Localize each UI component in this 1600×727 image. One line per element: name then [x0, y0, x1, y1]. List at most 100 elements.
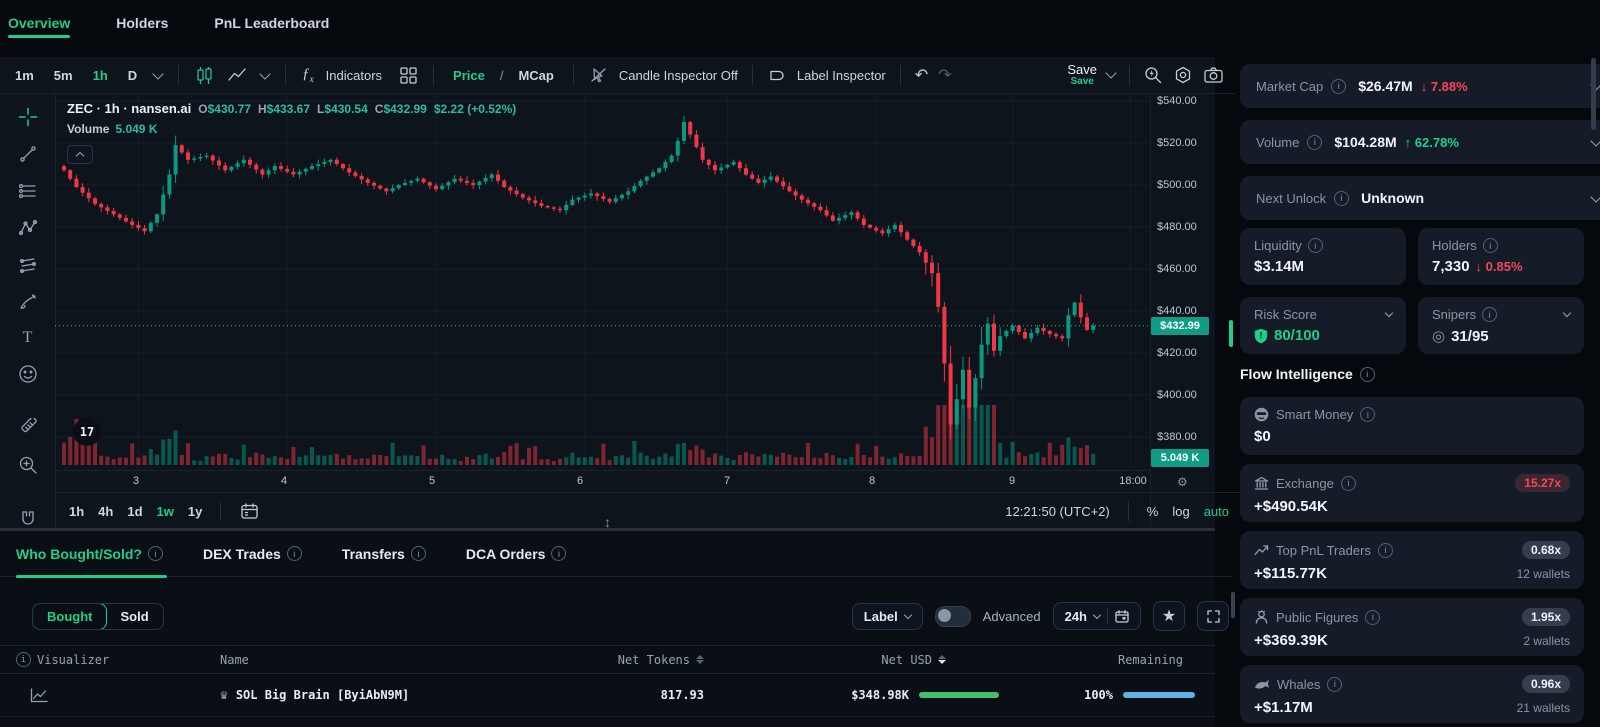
calendar-icon[interactable]	[1115, 610, 1129, 623]
info-icon[interactable]: i	[1378, 543, 1393, 558]
label-inspector-toggle[interactable]: Label Inspector	[797, 68, 886, 83]
text-tool-icon[interactable]: T	[11, 329, 45, 347]
line-style-icon[interactable]	[226, 65, 249, 85]
candle-inspector-toggle[interactable]: Candle Inspector Off	[619, 68, 738, 83]
tab-overview[interactable]: Overview	[8, 0, 70, 46]
layout-grid-icon[interactable]	[398, 65, 419, 86]
risk-score-card[interactable]: Risk Score ! 80/100	[1240, 297, 1406, 354]
bought-toggle-button[interactable]: Bought	[32, 603, 107, 630]
mcap-scale-button[interactable]: MCap	[513, 66, 558, 85]
interval-dropdown-chevron[interactable]	[152, 71, 164, 80]
info-icon[interactable]: i	[1334, 191, 1349, 206]
public-figures-card[interactable]: Public Figuresi 1.95x +$369.39K2 wallets	[1240, 598, 1584, 656]
advanced-toggle[interactable]	[935, 606, 971, 627]
interval-1h-button[interactable]: 1h	[88, 66, 113, 85]
crosshair-tool-icon[interactable]	[11, 107, 45, 127]
percent-scale-button[interactable]: %	[1147, 504, 1159, 519]
quick-search-icon[interactable]	[1142, 64, 1164, 86]
market-cap-card[interactable]: Market Capi $26.47M ↓ 7.88%	[1240, 64, 1600, 108]
col-remaining[interactable]: Remaining	[1004, 653, 1205, 667]
next-unlock-card[interactable]: Next Unlocki Unknown	[1240, 176, 1600, 220]
trendline-tool-icon[interactable]	[11, 144, 45, 164]
wallet-name[interactable]: ♛SOL Big Brain [ByiAbN9M]	[214, 688, 604, 703]
chevron-down-icon[interactable]	[1563, 309, 1571, 317]
range-1h-button[interactable]: 1h	[69, 504, 84, 519]
scroll-thumb[interactable]	[1231, 592, 1235, 618]
table-row[interactable]: ♛SOL Big Brain [ByiAbN9M] 817.93 $348.98…	[0, 674, 1215, 717]
col-visualizer[interactable]: iVisualizer	[0, 652, 214, 667]
legend-collapse-button[interactable]	[67, 145, 93, 164]
info-icon[interactable]: i	[148, 546, 163, 561]
chevron-down-icon[interactable]	[1590, 135, 1600, 146]
info-icon[interactable]: i	[16, 652, 31, 667]
style-dropdown-chevron[interactable]	[259, 71, 271, 80]
save-dropdown-chevron[interactable]	[1105, 70, 1117, 79]
chevron-down-icon[interactable]	[1590, 191, 1600, 202]
undo-icon[interactable]: ↶	[915, 65, 928, 85]
candle-style-icon[interactable]	[193, 64, 216, 87]
snipers-card[interactable]: Snipersi ◎31/95	[1418, 297, 1584, 354]
tab-dca-orders[interactable]: DCA Ordersi	[466, 531, 567, 576]
brush-tool-icon[interactable]	[11, 292, 45, 312]
emoji-tool-icon[interactable]	[11, 364, 45, 384]
zoom-in-tool-icon[interactable]	[11, 455, 45, 475]
candlestick-chart[interactable]	[55, 93, 1150, 470]
time-range-dropdown[interactable]: 24h	[1053, 602, 1141, 630]
range-1w-button[interactable]: 1w	[157, 504, 174, 519]
info-icon[interactable]: i	[1308, 238, 1323, 253]
tab-who-bought-sold[interactable]: Who Bought/Sold?i	[16, 531, 163, 576]
favorite-star-button[interactable]: ★	[1153, 601, 1185, 631]
top-pnl-traders-card[interactable]: Top PnL Tradersi 0.68x +$115.77K12 walle…	[1240, 531, 1584, 589]
col-name[interactable]: Name	[214, 653, 604, 667]
axis-settings-gear-icon[interactable]: ⚙	[1177, 475, 1188, 489]
sidebar-scrollbar-thumb[interactable]	[1591, 58, 1596, 130]
indicators-fx-icon[interactable]: ƒx	[300, 64, 316, 86]
info-icon[interactable]: i	[1482, 307, 1497, 322]
exchange-card[interactable]: Exchangei 15.27x +$490.54K	[1240, 464, 1584, 522]
col-net-usd[interactable]: Net USD	[704, 653, 1004, 667]
interval-5m-button[interactable]: 5m	[49, 66, 78, 85]
range-1d-button[interactable]: 1d	[127, 504, 142, 519]
settings-gear-icon[interactable]	[1172, 64, 1194, 86]
range-1y-button[interactable]: 1y	[188, 504, 202, 519]
save-button[interactable]: Save Save	[1067, 63, 1097, 87]
measure-ruler-tool-icon[interactable]	[11, 418, 45, 438]
fib-lines-tool-icon[interactable]	[11, 181, 45, 201]
tab-pnl-leaderboard[interactable]: PnL Leaderboard	[214, 0, 329, 46]
range-4h-button[interactable]: 4h	[98, 504, 113, 519]
info-icon[interactable]: i	[1307, 135, 1322, 150]
interval-1m-button[interactable]: 1m	[10, 66, 39, 85]
visualizer-chart-icon[interactable]	[0, 688, 214, 703]
sort-icon[interactable]	[696, 655, 704, 664]
whales-card[interactable]: Whalesi 0.96x +$1.17M21 wallets	[1240, 665, 1584, 723]
log-scale-button[interactable]: log	[1172, 504, 1189, 519]
interval-d-button[interactable]: D	[123, 66, 142, 85]
holders-card[interactable]: Holdersi 7,330↓ 0.85%	[1418, 228, 1584, 285]
tab-holders[interactable]: Holders	[116, 0, 168, 46]
info-icon[interactable]: i	[411, 546, 426, 561]
tab-transfers[interactable]: Transfersi	[342, 531, 426, 576]
panel-resize-grip-icon[interactable]: ↕	[604, 514, 611, 530]
pattern-tool-icon[interactable]	[11, 218, 45, 238]
scroll-marker-green[interactable]	[1229, 320, 1233, 347]
smart-money-card[interactable]: Smart Moneyi $0	[1240, 397, 1584, 455]
info-icon[interactable]: i	[287, 546, 302, 561]
redo-icon[interactable]: ↷	[938, 65, 951, 85]
projection-tool-icon[interactable]	[11, 255, 45, 275]
table-row[interactable]: [A5Ph17MF] 781.55 $318.66K 100%	[0, 717, 1215, 727]
chart-symbol-title[interactable]: ZEC · 1h · nansen.ai	[67, 101, 191, 116]
info-icon[interactable]: i	[1360, 367, 1375, 382]
volume-card[interactable]: Volumei $104.28M ↑ 62.78%	[1240, 120, 1600, 164]
chevron-down-icon[interactable]	[1385, 309, 1393, 317]
info-icon[interactable]: i	[1365, 610, 1380, 625]
info-icon[interactable]: i	[1360, 407, 1375, 422]
go-to-date-calendar-icon[interactable]	[239, 501, 260, 521]
liquidity-card[interactable]: Liquidityi $3.14M	[1240, 228, 1406, 285]
magnet-tool-icon[interactable]	[11, 509, 45, 529]
tab-dex-trades[interactable]: DEX Tradesi	[203, 531, 302, 576]
label-filter-dropdown[interactable]: Label	[852, 603, 923, 630]
tradingview-logo[interactable]: 17	[73, 418, 101, 446]
info-icon[interactable]: i	[551, 546, 566, 561]
chart-plot-area[interactable]: ZEC · 1h · nansen.ai O$430.77 H$433.67 L…	[55, 93, 1150, 470]
sold-toggle-button[interactable]: Sold	[106, 604, 162, 629]
